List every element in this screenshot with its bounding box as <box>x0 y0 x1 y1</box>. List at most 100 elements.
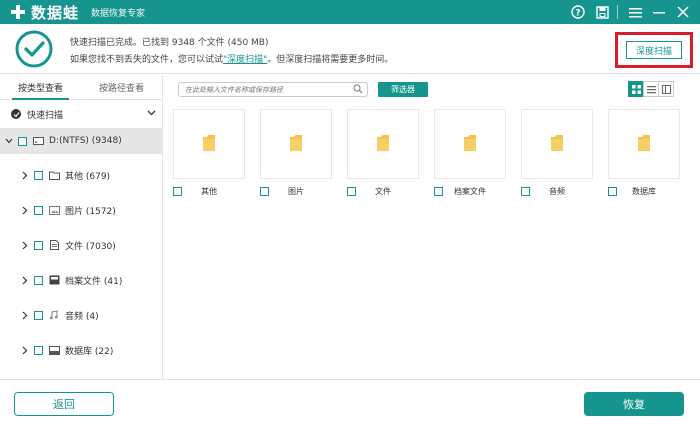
check-circle-icon <box>11 109 21 119</box>
deep-scan-link[interactable]: "深度扫描" <box>223 55 267 65</box>
folder-icon <box>48 171 60 180</box>
folder-icon <box>376 134 390 155</box>
deep-scan-button[interactable]: 深度扫描 <box>626 41 682 59</box>
search-icon[interactable] <box>353 84 363 97</box>
chevron-right-icon[interactable] <box>20 311 30 320</box>
category-checkbox[interactable] <box>34 275 43 285</box>
hint-suffix: 。但深度扫描将需要更多时间。 <box>267 55 394 65</box>
database-icon <box>48 345 60 355</box>
search-input[interactable] <box>178 82 368 97</box>
category-item[interactable]: 音频 (4) <box>0 301 162 329</box>
close-icon[interactable] <box>672 0 694 24</box>
audio-icon <box>48 310 60 320</box>
folder-card[interactable]: 数据库 <box>608 109 680 196</box>
drive-label: D:(NTFS) (9348) <box>49 136 122 146</box>
folder-thumbnail[interactable] <box>521 109 593 179</box>
grid-view-icon[interactable] <box>628 81 644 97</box>
app-logo: 数据蛙 <box>10 2 79 23</box>
recover-button[interactable]: 恢复 <box>584 392 684 416</box>
category-item[interactable]: 文件 (7030) <box>0 231 162 259</box>
view-mode-switcher <box>628 81 674 97</box>
category-checkbox[interactable] <box>34 310 43 320</box>
menu-icon[interactable] <box>624 0 646 24</box>
deep-scan-hint: 如果您找不到丢失的文件，您可以试试"深度扫描"。但深度扫描将需要更多时间。 <box>70 52 393 65</box>
category-label: 文件 (7030) <box>65 241 116 252</box>
category-item[interactable]: 图片 (1572) <box>0 196 162 224</box>
chevron-right-icon[interactable] <box>20 346 30 355</box>
category-checkbox[interactable] <box>34 240 43 250</box>
folder-checkbox[interactable] <box>608 186 617 196</box>
titlebar-divider <box>617 5 618 19</box>
tab-by-type[interactable]: 按类型查看 <box>0 75 81 100</box>
folder-label: 档案文件 <box>454 186 486 196</box>
app-subtitle: 数据恢复专家 <box>91 8 146 19</box>
folder-label: 其他 <box>201 186 217 196</box>
folder-label: 图片 <box>288 186 304 196</box>
help-icon[interactable]: ? <box>567 0 589 24</box>
detail-view-icon[interactable] <box>658 81 674 97</box>
folder-card[interactable]: 档案文件 <box>434 109 506 196</box>
folder-checkbox[interactable] <box>260 186 269 196</box>
file-browser: 筛选器 其他 图片 文件 档案文件 音频 数据库 <box>164 75 700 379</box>
folder-card[interactable]: 其他 <box>173 109 245 196</box>
scan-summary-text: 快速扫描已完成。已找到 9348 个文件 (450 MB) <box>70 38 269 48</box>
folder-thumbnail[interactable] <box>173 109 245 179</box>
folder-grid: 其他 图片 文件 档案文件 音频 数据库 <box>173 109 695 196</box>
chevron-down-icon[interactable] <box>4 138 14 144</box>
category-item[interactable]: 数据库 (22) <box>0 336 162 364</box>
folder-label: 文件 <box>375 186 391 196</box>
folder-thumbnail[interactable] <box>260 109 332 179</box>
folder-checkbox[interactable] <box>521 186 530 196</box>
category-label: 数据库 (22) <box>65 346 114 357</box>
footer-bar: 返回 恢复 <box>0 379 700 429</box>
document-icon <box>48 240 60 250</box>
svg-text:?: ? <box>575 9 580 19</box>
folder-thumbnail[interactable] <box>347 109 419 179</box>
folder-checkbox[interactable] <box>173 186 182 196</box>
drive-row[interactable]: D:(NTFS) (9348) <box>0 128 162 154</box>
category-label: 图片 (1572) <box>65 206 116 217</box>
category-sidebar: 按类型查看 按路径查看 快速扫描 D:(NTFS) (9348) 其他 (679… <box>0 75 163 379</box>
scan-info-bar: 快速扫描已完成。已找到 9348 个文件 (450 MB) 如果您找不到丢失的文… <box>0 24 700 74</box>
category-label: 音频 (4) <box>65 311 99 322</box>
category-checkbox[interactable] <box>34 170 43 180</box>
category-item[interactable]: 其他 (679) <box>0 161 162 189</box>
filter-button[interactable]: 筛选器 <box>378 82 428 97</box>
category-checkbox[interactable] <box>34 345 43 355</box>
folder-card[interactable]: 图片 <box>260 109 332 196</box>
back-button[interactable]: 返回 <box>14 392 114 416</box>
folder-checkbox[interactable] <box>347 186 356 196</box>
quick-scan-header[interactable]: 快速扫描 <box>0 100 162 128</box>
folder-icon <box>463 134 477 155</box>
folder-label: 数据库 <box>632 186 656 196</box>
category-item[interactable]: 档案文件 (41) <box>0 266 162 294</box>
minimize-icon[interactable] <box>648 0 670 24</box>
title-bar: 数据蛙 数据恢复专家 ? <box>0 0 700 24</box>
folder-thumbnail[interactable] <box>608 109 680 179</box>
folder-card[interactable]: 文件 <box>347 109 419 196</box>
folder-card[interactable]: 音频 <box>521 109 593 196</box>
chevron-right-icon[interactable] <box>20 206 30 215</box>
folder-icon <box>637 134 651 155</box>
app-name: 数据蛙 <box>31 3 80 22</box>
category-label: 档案文件 (41) <box>65 276 123 287</box>
deep-scan-highlight: 深度扫描 <box>615 32 693 68</box>
scan-complete-icon <box>14 29 54 72</box>
chevron-right-icon[interactable] <box>20 276 30 285</box>
drive-icon <box>32 137 44 145</box>
folder-icon <box>202 134 216 155</box>
view-tabs: 按类型查看 按路径查看 <box>0 75 162 100</box>
chevron-right-icon[interactable] <box>20 241 30 250</box>
folder-thumbnail[interactable] <box>434 109 506 179</box>
tab-by-path[interactable]: 按路径查看 <box>81 75 162 99</box>
save-icon[interactable] <box>591 0 613 24</box>
category-label: 其他 (679) <box>65 171 111 182</box>
drive-checkbox[interactable] <box>18 136 27 146</box>
chevron-right-icon[interactable] <box>20 171 30 180</box>
list-view-icon[interactable] <box>643 81 659 97</box>
folder-checkbox[interactable] <box>434 186 443 196</box>
archive-icon <box>48 275 60 285</box>
category-checkbox[interactable] <box>34 205 43 215</box>
category-list: 其他 (679) 图片 (1572) 文件 (7030) 档案文件 (41) 音频 (4… <box>0 161 162 364</box>
chevron-down-icon[interactable] <box>147 109 156 119</box>
